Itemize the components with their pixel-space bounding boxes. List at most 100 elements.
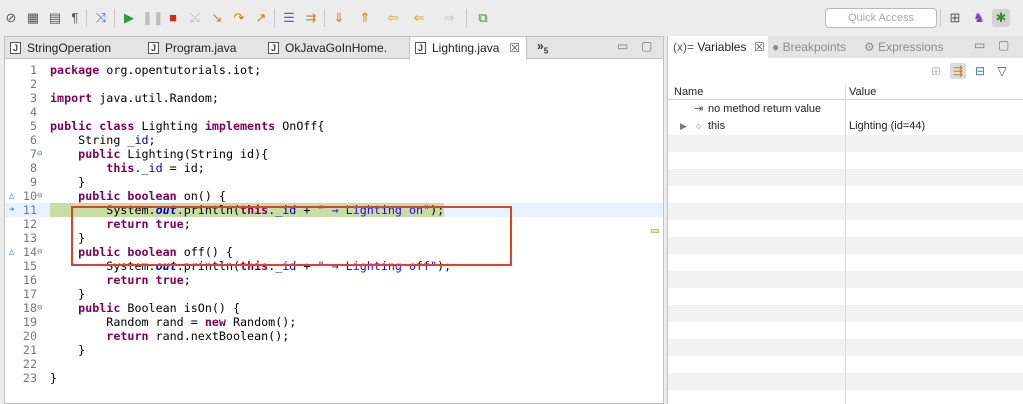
variable-name: this [708,120,726,132]
skip-all-breakpoints-icon[interactable]: ⊘ [2,9,20,27]
code-line: △ 10 ⊖ public boolean on() { [5,189,663,203]
suspend-icon[interactable]: ❚❚ [142,9,164,27]
toolbar-separator [86,9,87,27]
line-number: 13 [22,231,37,245]
code-text: public Lighting(String id){ [78,147,269,161]
fold-toggle-icon[interactable]: ⊖ [37,245,47,259]
minimize-icon[interactable]: ▭ [617,39,628,53]
code-text: } [50,175,86,189]
tab-lighting-java[interactable]: J Lighting.java ☒ [409,37,527,60]
column-header-value[interactable]: Value [849,84,876,100]
view-menu-icon[interactable]: ▽ [994,63,1010,79]
step-return-icon[interactable]: ↗ [252,9,270,27]
tab-breakpoints[interactable]: ● Breakpoints [772,36,862,58]
tab-okjavagoinhome[interactable]: J OkJavaGoInHome. [263,37,403,59]
toolbar-separator [466,9,467,27]
expand-arrow-icon[interactable]: ▶ [680,118,687,135]
tab-label: Variables [697,40,747,54]
code-text: } [50,371,58,385]
overview-ruler-marker[interactable] [651,229,659,233]
code-text: public boolean on() { [78,189,226,203]
step-into-selection-icon[interactable]: ⇉ [302,9,320,27]
toolbar-separator [114,9,115,27]
overflow-chevron: » [537,39,544,53]
code-line: 17 } [5,287,663,301]
line-number: 16 [22,273,37,287]
debug-views-tabbar: (x)= Variables ☒ ● Breakpoints ⚙ Express… [668,36,1023,58]
code-line: 4 [5,105,663,119]
maximize-icon[interactable]: ▢ [998,38,1009,52]
step-over-icon[interactable]: ↷ [230,9,248,27]
next-annotation-icon[interactable]: ⇓ [330,9,348,27]
highlight-annotation-box [71,206,512,266]
collapse-all-icon[interactable]: ⊟ [972,63,988,79]
column-header-name[interactable]: Name [674,84,703,100]
last-edit-icon[interactable]: ⇦ [384,9,402,27]
code-line: 8 this._id = id; [5,161,663,175]
close-icon[interactable]: ☒ [509,37,520,59]
debug-perspective-icon[interactable]: ✱ [992,9,1010,27]
forward-icon[interactable]: ⇒ [440,9,458,27]
fold-toggle-icon[interactable]: ⊖ [37,301,47,315]
terminate-icon[interactable]: ■ [164,9,182,27]
line-number: 10 [22,189,37,203]
toggle-block-icon[interactable]: ▤ [46,9,64,27]
quick-access-input[interactable]: Quick Access [825,8,937,28]
code-text: public class Lighting implements OnOff{ [50,119,325,133]
open-perspective-icon[interactable]: ⊞ [946,9,964,27]
variable-value: Lighting (id=44) [849,120,926,132]
minimize-icon[interactable]: ▭ [974,38,985,52]
close-icon[interactable]: ☒ [754,40,765,54]
line-number: 8 [29,161,37,175]
code-line: 19 Random rand = new Random(); [5,315,663,329]
link-to-editor-icon[interactable]: ▦ [24,9,42,27]
code-line: 18 ⊖ public Boolean isOn() { [5,301,663,315]
fold-toggle-icon[interactable]: ⊖ [37,189,47,203]
tab-label: Lighting.java [432,41,500,55]
java-perspective-icon[interactable]: ♞ [970,9,988,27]
code-line: 9 } [5,175,663,189]
line-number: 2 [29,77,37,91]
line-number: 4 [29,105,37,119]
column-divider[interactable] [845,84,846,404]
fold-toggle-icon[interactable]: ⊖ [37,147,47,161]
code-line: 5 public class Lighting implements OnOff{ [5,119,663,133]
drop-to-frame-icon[interactable]: ☰ [280,9,298,27]
toolbar-separator [940,9,941,27]
use-step-filters-icon[interactable]: ⤨ [92,9,110,27]
code-line: 7 ⊖ public Lighting(String id){ [5,147,663,161]
toolbar-separator [274,9,275,27]
line-number: 1 [29,63,37,77]
show-logical-structure-icon[interactable]: ⇶ [950,63,966,79]
tab-stringoperation[interactable]: J StringOperation [5,37,135,59]
previous-annotation-icon[interactable]: ⇑ [356,9,374,27]
line-number: 12 [22,217,37,231]
line-number: 20 [22,329,37,343]
code-line: 3 import java.util.Random; [5,91,663,105]
line-number: 3 [29,91,37,105]
line-number: 17 [22,287,37,301]
code-line: 1 package org.opentutorials.iot; [5,63,663,77]
overflow-count: 5 [543,46,549,56]
line-number: 21 [22,343,37,357]
resume-icon[interactable]: ▶ [120,9,138,27]
code-text: } [50,287,86,301]
code-text: public Boolean isOn() { [78,301,241,315]
tab-variables[interactable]: (x)= Variables ☒ [668,36,768,58]
step-into-icon[interactable]: ↘ [208,9,226,27]
maximize-icon[interactable]: ▢ [641,39,652,53]
disconnect-icon[interactable]: ⤩ [186,9,204,27]
tab-expressions[interactable]: ⚙ Expressions [864,36,954,58]
java-file-icon: J [10,42,21,54]
tab-program-java[interactable]: J Program.java [143,37,263,59]
variables-icon: (x)= [673,40,694,54]
code-area[interactable]: 1 package org.opentutorials.iot; 2 3 impor… [5,59,663,403]
variables-table: Name Value ⇥ no method return value ▶ ○ … [668,84,1023,404]
back-icon[interactable]: ⇐ [410,9,428,27]
pilcrow-icon[interactable]: ¶ [66,9,84,27]
line-number: 18 [22,301,37,315]
show-type-names-icon[interactable]: ⊞ [928,63,944,79]
new-window-icon[interactable]: ⧉ [474,9,492,27]
variables-toolbar: ⊞ ⇶ ⊟ ▽ [668,58,1023,84]
tab-overflow-button[interactable]: »5 [537,39,548,55]
